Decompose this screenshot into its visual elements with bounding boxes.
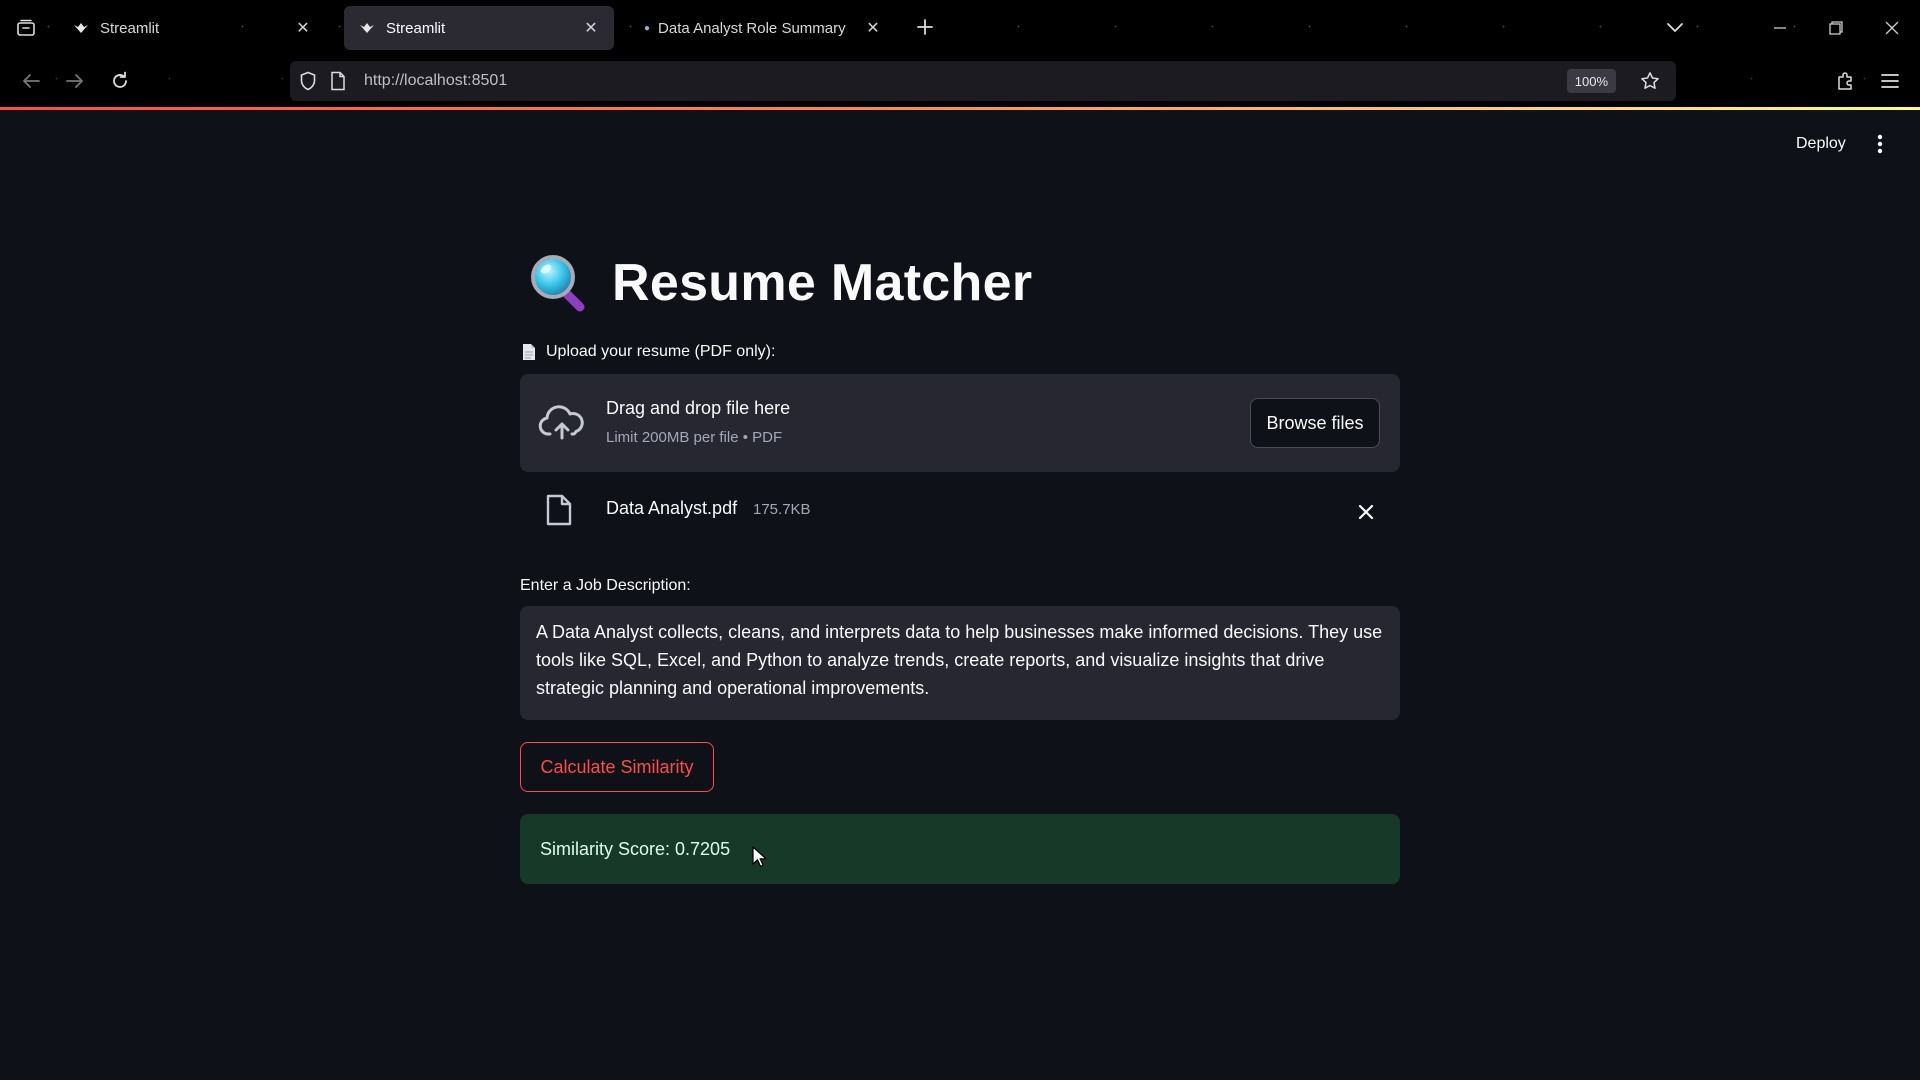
- page-title-text: Resume Matcher: [612, 254, 1033, 312]
- tab-title: Data Analyst Role Summary: [658, 19, 846, 37]
- page-title: Resume Matcher: [520, 240, 1400, 326]
- similarity-score-alert: Similarity Score: 0.7205: [520, 814, 1400, 884]
- browser-nav-bar: http://localhost:8501 100%: [0, 55, 1920, 107]
- chevron-down-icon[interactable]: [1660, 12, 1690, 42]
- url-text: http://localhost:8501: [364, 72, 508, 89]
- extensions-icon[interactable]: [1828, 64, 1862, 98]
- close-tab-icon[interactable]: ✕: [294, 19, 312, 37]
- browser-tab-active[interactable]: Streamlit ✕: [344, 6, 614, 50]
- job-description-label: Enter a Job Description:: [520, 577, 691, 594]
- address-bar[interactable]: http://localhost:8501 100%: [290, 61, 1676, 101]
- hamburger-menu-icon[interactable]: [1873, 64, 1907, 98]
- back-arrow-icon[interactable]: [14, 64, 48, 98]
- file-icon: [546, 494, 572, 526]
- loading-dot-icon: ●: [644, 22, 651, 34]
- magnifying-glass-icon: [531, 255, 585, 312]
- new-tab-icon[interactable]: [912, 14, 938, 40]
- cloud-upload-icon: [538, 405, 584, 440]
- remove-file-icon[interactable]: [1352, 498, 1380, 526]
- uploaded-file-item: Data Analyst.pdf 175.7KB: [520, 472, 1400, 552]
- close-window-icon[interactable]: [1864, 0, 1920, 55]
- dropzone-limit: Limit 200MB per file • PDF: [606, 429, 783, 446]
- main-content: Resume Matcher Upload your resume (PDF o…: [520, 240, 1400, 884]
- browser-tab-bar: Streamlit ✕ Streamlit ✕ ● Data Analyst R…: [0, 0, 1920, 55]
- uploader-label: Upload your resume (PDF only):: [520, 340, 1400, 364]
- streamlit-logo-icon: [358, 19, 376, 37]
- browse-files-button[interactable]: Browse files: [1250, 398, 1380, 448]
- tab-title: Streamlit: [100, 19, 160, 37]
- restore-icon[interactable]: [1808, 0, 1864, 55]
- mouse-cursor-icon: [752, 846, 766, 867]
- uploaded-file-name: Data Analyst.pdf: [606, 498, 738, 518]
- deploy-button[interactable]: Deploy: [1784, 128, 1858, 160]
- browser-tab[interactable]: ● Data Analyst Role Summary ✕: [630, 6, 896, 50]
- page-info-icon[interactable]: [326, 69, 350, 93]
- close-tab-icon[interactable]: ✕: [864, 19, 882, 37]
- kebab-menu-icon[interactable]: [1866, 128, 1894, 160]
- dropzone-instructions: Drag and drop file here: [606, 398, 791, 418]
- job-description-textarea[interactable]: A Data Analyst collects, cleans, and int…: [520, 606, 1400, 720]
- minimize-icon[interactable]: [1752, 0, 1808, 55]
- reload-icon[interactable]: [103, 64, 137, 98]
- uploaded-file-size: 175.7KB: [753, 501, 811, 518]
- page-facing-up-icon: [520, 343, 538, 361]
- bookmark-star-icon[interactable]: [1636, 67, 1664, 95]
- close-tab-icon[interactable]: ✕: [582, 19, 600, 37]
- forward-arrow-icon[interactable]: [58, 64, 92, 98]
- file-dropzone[interactable]: Drag and drop file here Limit 200MB per …: [520, 374, 1400, 472]
- uploader-label-text: Upload your resume (PDF only):: [546, 343, 776, 360]
- tab-title: Streamlit: [386, 19, 446, 37]
- tab-overview-icon[interactable]: [10, 12, 42, 44]
- window-controls: [1752, 0, 1920, 55]
- browser-tab[interactable]: Streamlit ✕: [58, 6, 326, 50]
- shield-icon[interactable]: [296, 69, 320, 93]
- zoom-level-badge[interactable]: 100%: [1566, 69, 1616, 93]
- app-decoration-bar: [0, 107, 1920, 110]
- calculate-similarity-button[interactable]: Calculate Similarity: [520, 742, 714, 792]
- streamlit-logo-icon: [72, 19, 90, 37]
